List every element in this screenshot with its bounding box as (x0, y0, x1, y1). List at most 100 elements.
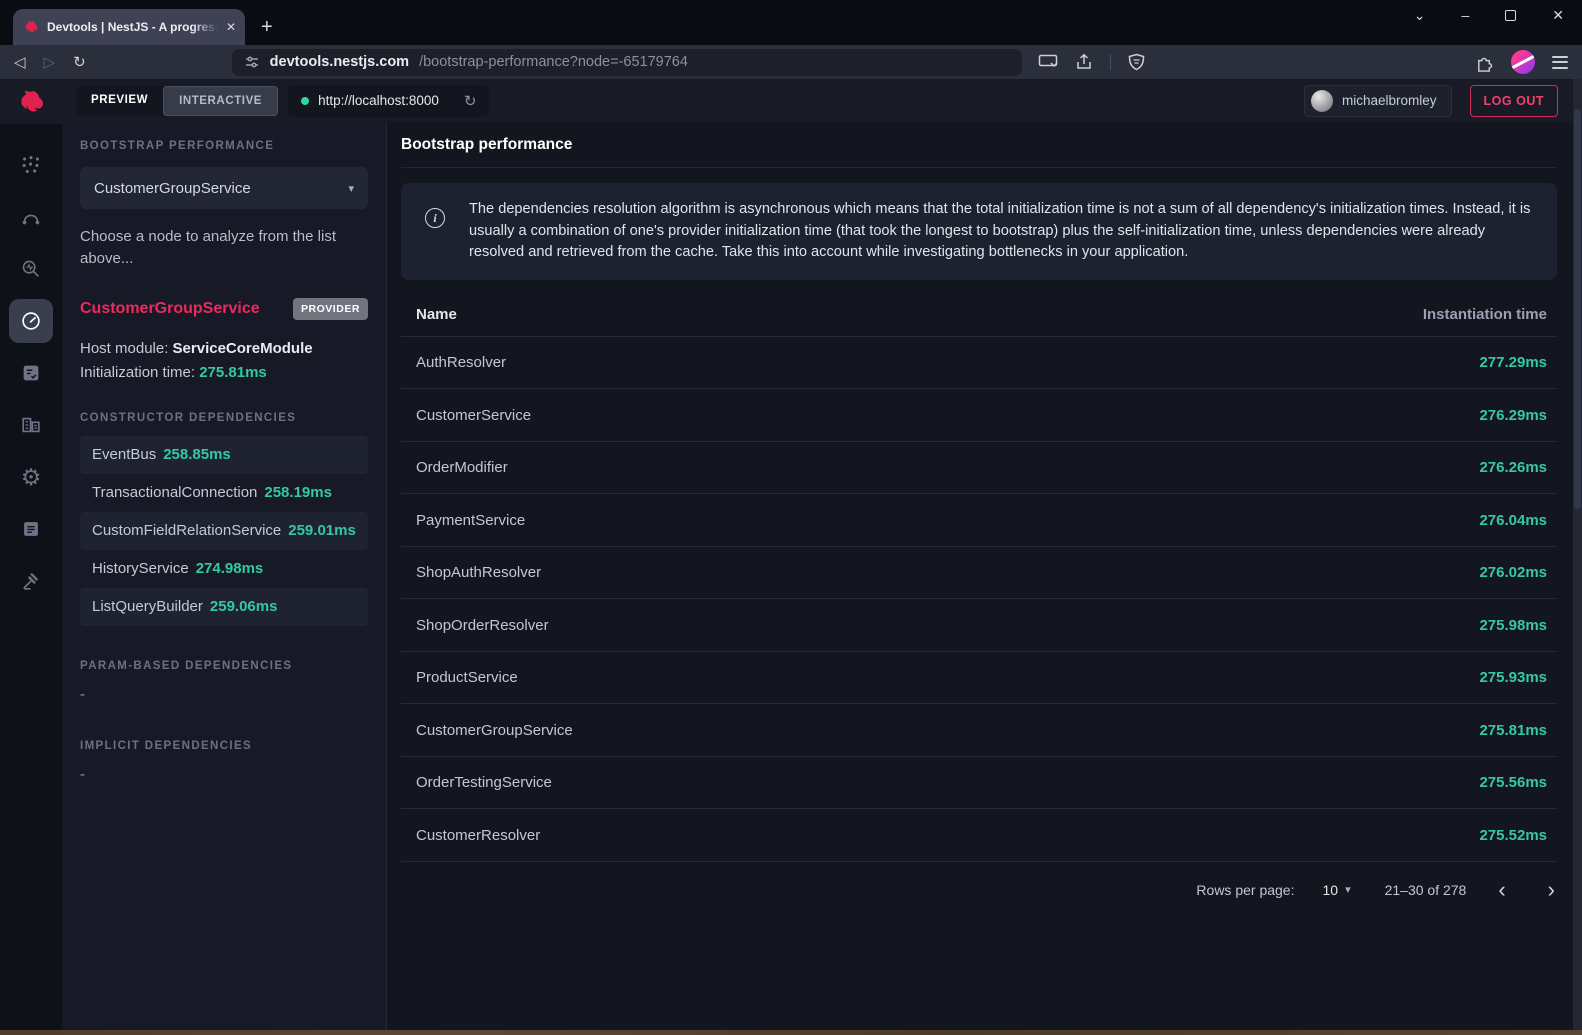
rows-per-page-label: Rows per page: (1196, 882, 1294, 898)
constructor-deps-title: CONSTRUCTOR DEPENDENCIES (80, 412, 368, 424)
tab-preview[interactable]: PREVIEW (76, 86, 163, 116)
provider-badge: PROVIDER (293, 298, 368, 320)
host-module-value: ServiceCoreModule (173, 340, 313, 357)
init-time-value: 275.81ms (199, 364, 267, 381)
url-path: /bootstrap-performance?node=-65179764 (419, 54, 688, 70)
logout-button[interactable]: LOG OUT (1470, 85, 1558, 117)
host-module-line: Host module: ServiceCoreModule (80, 337, 368, 361)
pagination: Rows per page: 10 ▾ 21–30 of 278 ‹ › (401, 862, 1557, 918)
toolbar-browser-actions (1475, 50, 1568, 74)
new-tab-button[interactable]: + (261, 17, 273, 37)
node-name: CustomerGroupService (80, 300, 260, 318)
table-row[interactable]: CustomerGroupService275.81ms (401, 704, 1557, 757)
browser-tab[interactable]: Devtools | NestJS - A progressive ✕ (13, 9, 245, 45)
address-bar[interactable]: devtools.nestjs.com/bootstrap-performanc… (232, 49, 1022, 76)
sidebar-item-insights[interactable] (0, 243, 62, 295)
pagination-range: 21–30 of 278 (1385, 882, 1467, 898)
dep-item[interactable]: HistoryService274.98ms (80, 550, 368, 588)
search-activity-icon (20, 258, 42, 280)
sidebar-item-modules[interactable] (0, 399, 62, 451)
param-deps-empty: - (80, 686, 368, 703)
node-select[interactable]: CustomerGroupService ▾ (80, 167, 368, 209)
table-row[interactable]: OrderModifier276.26ms (401, 442, 1557, 495)
tab-title: Devtools | NestJS - A progressive (47, 20, 218, 34)
tab-search-icon[interactable]: ⌄ (1414, 8, 1426, 22)
tab-close-icon[interactable]: ✕ (226, 20, 236, 34)
dep-item[interactable]: EventBus258.85ms (80, 436, 368, 474)
sidebar-item-routes[interactable] (0, 191, 62, 243)
checklist-icon (20, 362, 42, 384)
page-scrollbar[interactable] (1573, 79, 1582, 1030)
browser-profile-avatar[interactable] (1511, 50, 1535, 74)
table-row[interactable]: ProductService275.93ms (401, 652, 1557, 705)
table-header: Name Instantiation time (401, 293, 1557, 337)
user-chip[interactable]: michaelbromley (1304, 85, 1452, 117)
maximize-icon[interactable] (1505, 10, 1516, 21)
node-header: CustomerGroupService PROVIDER (80, 298, 368, 320)
chevron-down-icon: ▾ (348, 182, 354, 195)
implicit-deps-title: IMPLICIT DEPENDENCIES (80, 740, 368, 752)
window-close-icon[interactable]: ✕ (1552, 8, 1564, 22)
gear-icon: ⚙ (21, 466, 42, 489)
toolbar-divider (1110, 54, 1111, 70)
toolbar-page-actions (1038, 53, 1145, 71)
scrollbar-thumb[interactable] (1574, 109, 1581, 509)
share-icon[interactable] (1075, 53, 1093, 71)
logo-block[interactable] (0, 79, 62, 124)
devtools-app: ⚙ (0, 79, 1582, 1030)
node-select-value: CustomerGroupService (94, 180, 251, 197)
tab-interactive[interactable]: INTERACTIVE (163, 86, 278, 116)
sidebar: ⚙ (0, 79, 62, 1030)
pagination-nav: ‹ › (1498, 879, 1555, 901)
page-title: Bootstrap performance (401, 136, 1557, 168)
reload-icon[interactable]: ↻ (73, 55, 86, 70)
screen: Devtools | NestJS - A progressive ✕ + ⌄ … (0, 0, 1582, 1035)
dep-item[interactable]: ListQueryBuilder259.06ms (80, 588, 368, 626)
target-url: http://localhost:8000 (318, 93, 439, 108)
table-row[interactable]: OrderTestingService275.56ms (401, 757, 1557, 810)
content: BOOTSTRAP PERFORMANCE CustomerGroupServi… (62, 122, 1582, 1030)
desktop-edge (0, 1030, 1582, 1035)
sidebar-item-settings[interactable]: ⚙ (0, 451, 62, 503)
table-row[interactable]: PaymentService276.04ms (401, 494, 1557, 547)
minimize-icon[interactable]: – (1461, 8, 1469, 22)
previous-page-icon[interactable]: ‹ (1498, 879, 1505, 901)
gauge-icon (20, 310, 42, 332)
main-area: Bootstrap performance i The dependencies… (387, 122, 1582, 1030)
mode-toggle: PREVIEW INTERACTIVE (76, 86, 278, 116)
back-icon[interactable]: ◁ (14, 55, 26, 70)
table-row[interactable]: CustomerService276.29ms (401, 389, 1557, 442)
graph-icon (20, 154, 42, 176)
document-icon (20, 518, 42, 540)
sidebar-nav: ⚙ (0, 124, 62, 607)
info-box: i The dependencies resolution algorithm … (401, 183, 1557, 280)
dep-item[interactable]: CustomFieldRelationService259.01ms (80, 512, 368, 550)
user-avatar (1311, 90, 1333, 112)
app-header: PREVIEW INTERACTIVE http://localhost:800… (62, 79, 1582, 122)
chevron-down-icon: ▾ (1345, 883, 1351, 896)
browser-menu-icon[interactable] (1552, 56, 1568, 69)
browser-toolbar: ◁ ▷ ↻ devtools.nestjs.com/bootstrap-perf… (0, 45, 1582, 79)
next-page-icon[interactable]: › (1548, 879, 1555, 901)
extensions-icon[interactable] (1475, 53, 1494, 72)
refresh-icon[interactable]: ↻ (464, 92, 477, 110)
sidebar-item-issues[interactable] (0, 555, 62, 607)
dep-item[interactable]: TransactionalConnection258.19ms (80, 474, 368, 512)
site-settings-icon[interactable] (244, 54, 260, 70)
media-cast-icon[interactable] (1038, 54, 1058, 70)
brave-shield-icon[interactable] (1128, 53, 1145, 71)
window-controls: ⌄ – ✕ (1414, 8, 1564, 22)
status-dot (301, 97, 309, 105)
table-row[interactable]: ShopOrderResolver275.98ms (401, 599, 1557, 652)
sidebar-item-audit[interactable] (0, 347, 62, 399)
table-row[interactable]: AuthResolver277.29ms (401, 337, 1557, 390)
node-hint: Choose a node to analyze from the list a… (80, 226, 368, 270)
table-row[interactable]: CustomerResolver275.52ms (401, 809, 1557, 862)
table-row[interactable]: ShopAuthResolver276.02ms (401, 547, 1557, 600)
sidebar-item-docs[interactable] (0, 503, 62, 555)
sidebar-item-graph[interactable] (0, 139, 62, 191)
target-url-pill[interactable]: http://localhost:8000 ↻ (288, 85, 489, 117)
sidebar-item-bootstrap-performance[interactable] (0, 295, 62, 347)
user-name: michaelbromley (1342, 93, 1437, 108)
rows-per-page-select[interactable]: 10 ▾ (1322, 882, 1350, 898)
